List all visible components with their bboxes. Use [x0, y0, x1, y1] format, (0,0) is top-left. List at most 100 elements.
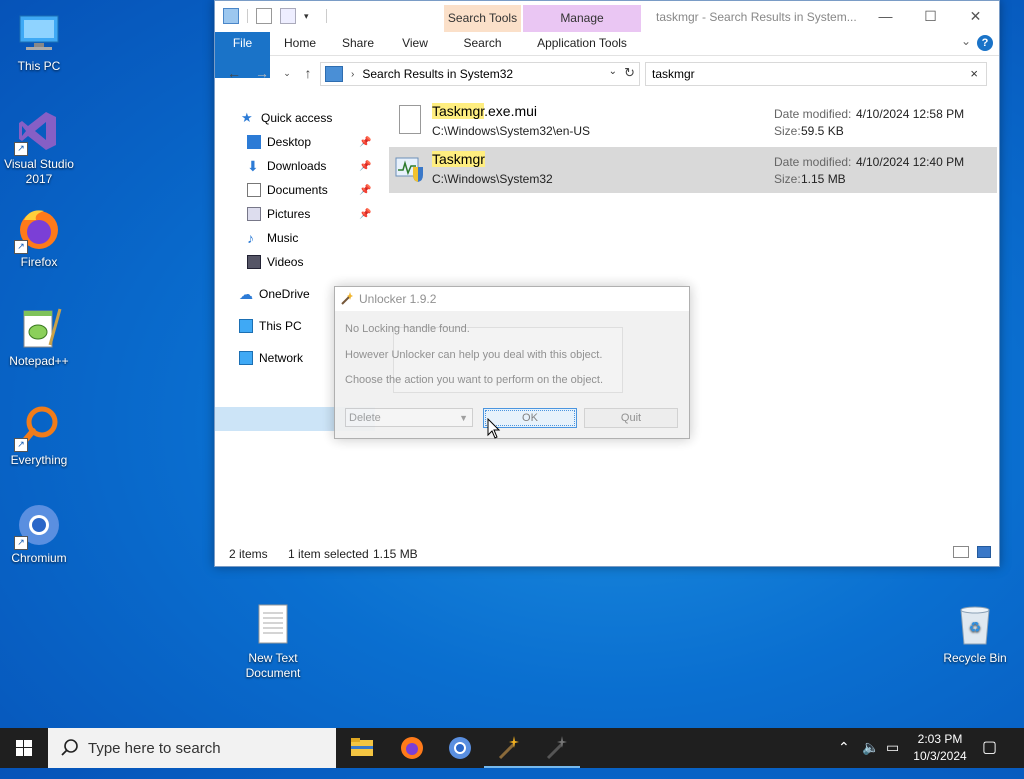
- address-bar-row: ← → ⌄ ↑ › Search Results in System32 ⌄ ↻…: [215, 56, 999, 90]
- expand-ribbon-icon[interactable]: ⌄: [961, 34, 971, 48]
- start-button[interactable]: [0, 728, 48, 768]
- close-button[interactable]: ✕: [953, 3, 998, 31]
- task-manager-icon: [395, 155, 425, 183]
- tab-share[interactable]: Share: [335, 32, 381, 55]
- search-placeholder: Type here to search: [88, 740, 221, 757]
- volume-muted-icon[interactable]: 🔈: [862, 739, 879, 779]
- desktop-icon-firefox[interactable]: ↗ Firefox: [1, 206, 77, 270]
- notifications-icon[interactable]: ▢: [982, 737, 997, 777]
- documents-icon: [247, 183, 261, 197]
- pin-icon[interactable]: 📌: [359, 161, 371, 172]
- chevron-up-icon[interactable]: ⌃: [838, 739, 850, 779]
- size-label: Size:: [774, 124, 801, 138]
- windows-logo-icon: [16, 740, 32, 756]
- address-bar[interactable]: › Search Results in System32 ⌄ ↻: [320, 62, 640, 86]
- dialog-message-3: Choose the action you want to perform on…: [345, 374, 604, 386]
- properties-icon[interactable]: [256, 8, 272, 24]
- pin-icon[interactable]: 📌: [359, 137, 371, 148]
- desktop-icon-label: Recycle Bin: [943, 651, 1007, 665]
- firefox-icon: [401, 737, 423, 759]
- clock[interactable]: 2:03 PM 10/3/2024: [904, 731, 976, 765]
- desktop-icon-label: Notepad++: [9, 354, 69, 368]
- desktop-icon-visual-studio[interactable]: ↗ Visual Studio 2017: [1, 108, 77, 187]
- customize-dropdown-icon[interactable]: ▾: [304, 9, 318, 23]
- taskbar-unlocker-2[interactable]: [532, 728, 580, 768]
- nav-item-pictures[interactable]: Pictures: [247, 203, 310, 225]
- forward-arrow-icon[interactable]: →: [252, 63, 272, 83]
- clock-time: 2:03 PM: [917, 732, 963, 746]
- desktop-icon-recycle-bin[interactable]: ♻ Recycle Bin: [937, 602, 1013, 666]
- network-icon[interactable]: ▭: [886, 739, 899, 779]
- large-icons-view-icon[interactable]: [977, 546, 991, 558]
- search-input[interactable]: taskmgr: [652, 67, 695, 81]
- nav-item-documents[interactable]: Documents: [247, 179, 328, 201]
- taskbar-chromium[interactable]: [436, 728, 484, 768]
- nav-item-desktop[interactable]: Desktop: [247, 131, 311, 153]
- tab-application-tools[interactable]: Application Tools: [523, 32, 641, 55]
- tab-search[interactable]: Search: [444, 32, 521, 55]
- minimize-button[interactable]: —: [863, 3, 908, 31]
- taskbar-unlocker[interactable]: [484, 728, 532, 768]
- shortcut-arrow-icon: ↗: [14, 536, 28, 550]
- search-highlight: Taskmgr: [432, 151, 485, 167]
- help-icon[interactable]: ?: [977, 35, 993, 51]
- firefox-icon: ↗: [14, 206, 62, 254]
- desktop-icon-label: Firefox: [20, 255, 58, 269]
- maximize-button[interactable]: ☐: [908, 3, 953, 31]
- desktop-icon-this-pc[interactable]: This PC: [1, 10, 77, 74]
- desktop-icon-chromium[interactable]: ↗ Chromium: [1, 502, 77, 566]
- nav-item-downloads[interactable]: ⬇ Downloads: [247, 155, 326, 177]
- nav-item-videos[interactable]: Videos: [247, 251, 303, 273]
- breadcrumb[interactable]: Search Results in System32: [362, 67, 513, 81]
- date-modified-label: Date modified:: [774, 155, 852, 169]
- refresh-icon[interactable]: ↻: [624, 65, 635, 81]
- desktop-icon-new-text-document[interactable]: New Text Document: [235, 602, 311, 681]
- title-bar: ▾ Search Tools Manage taskmgr - Search R…: [215, 1, 999, 32]
- folder-icon[interactable]: [223, 8, 239, 24]
- desktop-icon-notepadpp[interactable]: Notepad++: [1, 305, 77, 369]
- clear-search-icon[interactable]: ×: [970, 66, 978, 81]
- breadcrumb-chevron-icon[interactable]: ›: [351, 69, 354, 80]
- visual-studio-icon: ↗: [14, 108, 62, 156]
- pin-icon[interactable]: 📌: [359, 185, 371, 196]
- manage-context-label: Manage: [523, 5, 641, 32]
- shortcut-arrow-icon: ↗: [14, 240, 28, 254]
- new-folder-icon[interactable]: [280, 8, 296, 24]
- action-select[interactable]: Delete ▼: [345, 408, 473, 427]
- list-item[interactable]: Taskmgr.exe.mui C:\Windows\System32\en-U…: [389, 99, 997, 145]
- chevron-down-icon: ▼: [459, 413, 468, 423]
- download-arrow-icon: ⬇: [247, 158, 259, 174]
- recent-locations-icon[interactable]: ⌄: [277, 63, 297, 83]
- back-arrow-icon[interactable]: ←: [224, 63, 244, 83]
- search-box[interactable]: taskmgr ×: [645, 62, 987, 86]
- music-note-icon: ♪: [247, 230, 254, 246]
- desktop-icon-everything[interactable]: ↗ Everything: [1, 404, 77, 468]
- taskbar-search-box[interactable]: Type here to search: [48, 728, 336, 768]
- item-count: 2 items: [229, 547, 268, 561]
- nav-item-network[interactable]: Network: [239, 347, 303, 369]
- pictures-icon: [247, 207, 261, 221]
- dialog-message-1: No Locking handle found.: [345, 323, 470, 335]
- details-view-icon[interactable]: [953, 546, 969, 558]
- nav-item-this-pc[interactable]: This PC: [239, 315, 302, 337]
- shortcut-arrow-icon: ↗: [14, 142, 28, 156]
- divider: [247, 9, 248, 23]
- size-value: 59.5 KB: [801, 124, 844, 138]
- desktop-icon-label: Visual Studio 2017: [4, 157, 74, 186]
- taskbar-file-explorer[interactable]: [338, 728, 386, 768]
- pin-icon[interactable]: 📌: [359, 209, 371, 220]
- selection-count: 1 item selected: [288, 547, 369, 561]
- date-modified-value: 4/10/2024 12:40 PM: [856, 155, 965, 169]
- tab-view[interactable]: View: [392, 32, 438, 55]
- up-arrow-icon[interactable]: ↑: [298, 63, 318, 83]
- taskbar-firefox[interactable]: [388, 728, 436, 768]
- nav-item-onedrive[interactable]: ☁ OneDrive: [239, 283, 310, 305]
- cloud-icon: ☁: [239, 286, 253, 302]
- file-path: C:\Windows\System32\en-US: [432, 124, 591, 138]
- tab-home[interactable]: Home: [277, 32, 323, 55]
- list-item[interactable]: Taskmgr C:\Windows\System32 Date modifie…: [389, 147, 997, 193]
- address-dropdown-icon[interactable]: ⌄: [609, 66, 617, 77]
- quit-button[interactable]: Quit: [584, 408, 678, 428]
- nav-item-quick-access[interactable]: ★ Quick access: [241, 107, 332, 129]
- nav-item-music[interactable]: ♪ Music: [247, 227, 298, 249]
